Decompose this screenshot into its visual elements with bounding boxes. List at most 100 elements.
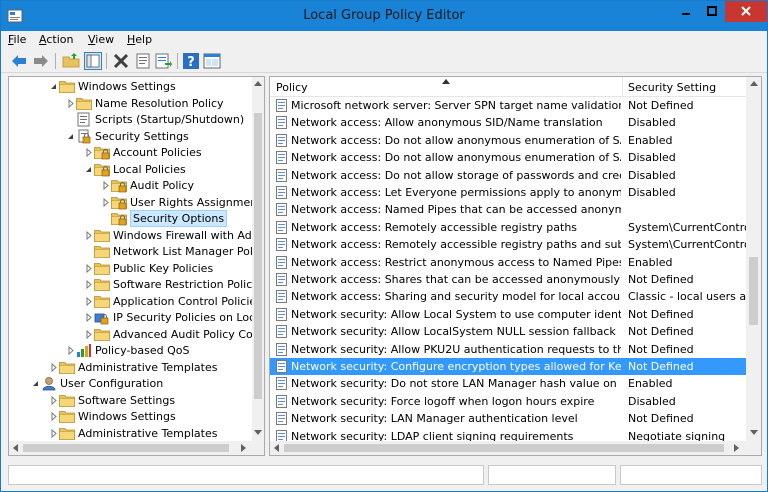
show-hide-tree-icon[interactable] <box>84 52 102 70</box>
policy-row[interactable]: Network security: Configure encryption t… <box>270 358 746 375</box>
list-vscroll-thumb[interactable] <box>749 257 758 325</box>
menu-view[interactable]: View <box>88 33 114 46</box>
tree-node[interactable]: User Rights Assignment <box>9 194 262 211</box>
title-bar[interactable]: Local Group Policy Editor <box>1 1 767 31</box>
up-folder-icon[interactable] <box>62 52 80 70</box>
policy-row[interactable]: Network security: Allow PKU2U authentica… <box>270 341 746 358</box>
menu-action[interactable]: Action <box>39 33 73 46</box>
properties-icon[interactable] <box>134 52 152 70</box>
tree-expander[interactable] <box>84 276 94 293</box>
expanded-triangle-icon[interactable] <box>66 128 76 145</box>
list-horizontal-scrollbar[interactable] <box>270 441 761 455</box>
collapsed-triangle-icon[interactable] <box>66 95 76 112</box>
policy-row[interactable]: Network access: Do not allow anonymous e… <box>270 132 746 149</box>
tree-node[interactable]: Administrative Templates <box>9 425 254 442</box>
tree-expander[interactable] <box>66 95 76 112</box>
tree-node[interactable]: Administrative Templates <box>9 359 254 376</box>
tree-expander[interactable] <box>31 375 41 392</box>
policy-row[interactable]: Network security: Force logoff when logo… <box>270 393 746 410</box>
policy-row[interactable]: Network access: Do not allow storage of … <box>270 167 746 184</box>
forward-arrow-icon[interactable] <box>32 52 50 70</box>
policy-row[interactable]: Network access: Remotely accessible regi… <box>270 219 746 236</box>
scroll-down-icon[interactable] <box>254 430 262 436</box>
tree-node[interactable]: Scripts (Startup/Shutdown) <box>9 111 254 128</box>
tree-node[interactable]: Software Restriction Policies <box>9 276 264 293</box>
collapsed-triangle-icon[interactable] <box>101 177 111 194</box>
expanded-triangle-icon[interactable] <box>31 375 41 392</box>
policy-row[interactable]: Network access: Restrict anonymous acces… <box>270 254 746 271</box>
tree-expander[interactable] <box>101 177 111 194</box>
tree-node[interactable]: Advanced Audit Policy Config <box>9 326 264 343</box>
delete-icon[interactable] <box>112 52 130 70</box>
collapsed-triangle-icon[interactable] <box>84 144 94 161</box>
tree-node[interactable]: Windows Firewall with Advanc <box>9 227 264 244</box>
tree-expander[interactable] <box>84 309 94 326</box>
tree-node[interactable]: Security Settings <box>9 128 254 145</box>
tree-expander[interactable] <box>49 78 59 95</box>
tree-node[interactable]: Windows Settings <box>9 408 254 425</box>
policy-row[interactable]: Network access: Named Pipes that can be … <box>270 201 746 218</box>
tree-node[interactable]: Public Key Policies <box>9 260 254 277</box>
collapsed-triangle-icon[interactable] <box>84 227 94 244</box>
tree-expander[interactable] <box>84 144 94 161</box>
expanded-triangle-icon[interactable] <box>49 78 59 95</box>
tree-node[interactable]: IP Security Policies on Local C <box>9 309 264 326</box>
tree-node[interactable]: Security Options <box>9 210 254 227</box>
tree-node[interactable]: Name Resolution Policy <box>9 95 254 112</box>
tree-node[interactable]: Audit Policy <box>9 177 254 194</box>
policy-row[interactable]: Network access: Let Everyone permissions… <box>270 184 746 201</box>
scroll-left-icon[interactable] <box>12 444 18 452</box>
collapsed-triangle-icon[interactable] <box>84 260 94 277</box>
tree-node[interactable]: Network List Manager Policies <box>9 243 264 260</box>
tree-hscroll-thumb[interactable] <box>23 444 229 452</box>
back-arrow-icon[interactable] <box>10 52 28 70</box>
console-view-icon[interactable] <box>203 52 221 70</box>
policy-row[interactable]: Network access: Shares that can be acces… <box>270 271 746 288</box>
scroll-left-icon[interactable] <box>273 444 279 452</box>
collapsed-triangle-icon[interactable] <box>84 326 94 343</box>
list-vertical-scrollbar[interactable] <box>746 77 761 441</box>
menu-help[interactable]: Help <box>127 33 152 46</box>
collapsed-triangle-icon[interactable] <box>101 194 111 211</box>
policy-row[interactable]: Network security: Allow Local System to … <box>270 306 746 323</box>
tree-expander[interactable] <box>101 194 111 211</box>
tree-expander[interactable] <box>66 342 76 359</box>
minimize-button[interactable] <box>673 1 699 22</box>
tree-expander[interactable] <box>84 260 94 277</box>
tree-expander[interactable] <box>84 326 94 343</box>
help-icon[interactable]: ? <box>182 52 200 70</box>
tree-expander[interactable] <box>49 425 59 442</box>
column-header-security-setting[interactable]: Security Setting <box>628 81 716 94</box>
tree-expander[interactable] <box>66 128 76 145</box>
policy-row[interactable]: Network security: LAN Manager authentica… <box>270 410 746 427</box>
tree-node[interactable]: Local Policies <box>9 161 254 178</box>
tree-node[interactable]: Account Policies <box>9 144 254 161</box>
export-list-icon[interactable] <box>154 52 172 70</box>
tree-node[interactable]: Application Control Policies <box>9 293 262 310</box>
policy-row[interactable]: Network access: Allow anonymous SID/Name… <box>270 114 746 131</box>
tree-expander[interactable] <box>49 359 59 376</box>
tree-expander[interactable] <box>49 392 59 409</box>
policy-row[interactable]: Network access: Do not allow anonymous e… <box>270 149 746 166</box>
expanded-triangle-icon[interactable] <box>84 161 94 178</box>
tree-node[interactable]: Software Settings <box>9 392 254 409</box>
collapsed-triangle-icon[interactable] <box>49 408 59 425</box>
policy-row[interactable]: Network access: Remotely accessible regi… <box>270 236 746 253</box>
scroll-right-icon[interactable] <box>241 444 247 452</box>
tree-node[interactable]: User Configuration <box>9 375 254 392</box>
menu-file[interactable]: File <box>8 33 26 46</box>
scroll-up-icon[interactable] <box>750 80 758 86</box>
tree-expander[interactable] <box>84 293 94 310</box>
collapsed-triangle-icon[interactable] <box>49 425 59 442</box>
console-tree-pane[interactable]: Windows Settings Name Resolution Policy Sc… <box>8 76 265 456</box>
scroll-up-icon[interactable] <box>254 80 262 86</box>
tree-expander[interactable] <box>84 161 94 178</box>
policy-row[interactable]: Microsoft network server: Server SPN tar… <box>270 97 746 114</box>
scroll-down-icon[interactable] <box>750 430 758 436</box>
maximize-button[interactable] <box>699 1 725 22</box>
policy-row[interactable]: Network access: Sharing and security mod… <box>270 288 746 305</box>
column-divider[interactable] <box>622 77 623 97</box>
policy-row[interactable]: Network security: Allow LocalSystem NULL… <box>270 323 746 340</box>
tree-expander[interactable] <box>49 408 59 425</box>
collapsed-triangle-icon[interactable] <box>84 276 94 293</box>
